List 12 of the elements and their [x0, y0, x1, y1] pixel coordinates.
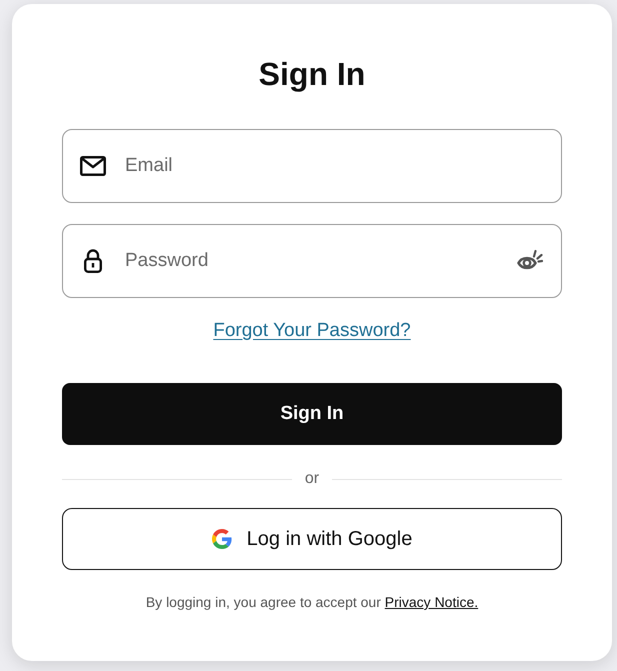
consent-text: By logging in, you agree to accept our Privacy Notice.	[144, 593, 480, 612]
sign-in-button[interactable]: Sign In	[62, 383, 562, 445]
envelope-icon	[80, 156, 106, 176]
password-field[interactable]: Password	[62, 224, 562, 298]
privacy-notice-link[interactable]: Privacy Notice.	[384, 594, 478, 610]
divider-text: or	[304, 469, 320, 489]
page-title: Sign In	[258, 55, 366, 94]
forgot-password-link[interactable]: Forgot Your Password?	[213, 318, 411, 344]
google-logo-icon	[212, 529, 232, 549]
email-field[interactable]: Email	[62, 129, 562, 203]
lock-icon	[84, 249, 102, 273]
google-login-button[interactable]: Log in with Google	[62, 508, 562, 570]
